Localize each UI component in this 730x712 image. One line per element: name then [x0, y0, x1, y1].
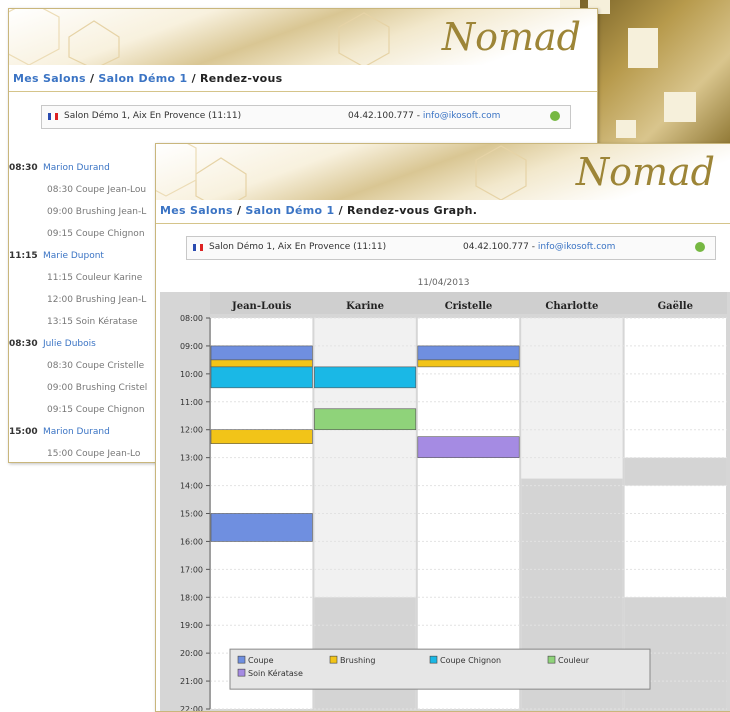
salon-contact: 04.42.100.777 - info@ikosoft.com	[348, 111, 500, 121]
appointment-block	[314, 408, 417, 431]
breadcrumb-link-salon[interactable]: Salon Démo 1	[98, 72, 187, 85]
legend-swatch	[329, 655, 338, 664]
banner-pattern	[9, 9, 390, 65]
time-tick-label: 17:00	[180, 565, 203, 574]
time-tick-label: 15:00	[180, 510, 203, 519]
time-tick-label: 16:00	[180, 537, 203, 546]
appointments-graph-window: Nomad Mes Salons / Salon Démo 1 / Rendez…	[155, 143, 730, 712]
legend-swatch	[237, 668, 246, 677]
header-banner: Nomad	[156, 144, 730, 200]
schedule-date: 11/04/2013	[417, 278, 470, 288]
list-item-label: 09:15 Coupe Chignon	[47, 405, 145, 415]
brand-logo: Nomad	[575, 150, 715, 194]
time-tick-label: 20:00	[180, 649, 203, 658]
staff-name: Karine	[346, 301, 384, 312]
france-flag-icon	[193, 244, 203, 251]
legend-label: Soin Kératase	[248, 668, 303, 678]
salon-info-bar: Salon Démo 1, Aix En Provence (11:11) 04…	[186, 236, 716, 260]
salon-contact: 04.42.100.777 - info@ikosoft.com	[463, 242, 615, 252]
staff-name: Cristelle	[445, 301, 493, 312]
time-tick-label: 19:00	[180, 621, 203, 630]
list-item-label: 11:15 Couleur Karine	[47, 273, 143, 283]
breadcrumb-current: Rendez-vous	[200, 72, 283, 85]
time-tick-label: 10:00	[180, 370, 203, 379]
time-tick-label: 21:00	[180, 677, 203, 686]
france-flag-icon	[48, 113, 58, 120]
brand-logo: Nomad	[441, 15, 581, 59]
contact-separator: -	[413, 111, 423, 121]
salon-phone: 04.42.100.777	[463, 242, 529, 252]
breadcrumb: Mes Salons / Salon Démo 1 / Rendez-vous	[13, 72, 283, 85]
legend-swatch	[429, 655, 438, 664]
header-banner: Nomad	[9, 9, 597, 65]
time-tick-label: 08:00	[180, 314, 203, 323]
group-time: 15:00	[9, 427, 38, 437]
contact-separator: -	[528, 242, 538, 252]
client-link[interactable]: Julie Dubois	[43, 339, 96, 349]
legend-swatch	[547, 655, 556, 664]
time-tick-label: 22:00	[180, 705, 203, 711]
appointment-block	[417, 359, 520, 368]
appointment-block	[314, 366, 417, 389]
divider	[9, 91, 597, 92]
client-link[interactable]: Marion Durand	[43, 427, 110, 437]
client-link[interactable]: Marie Dupont	[43, 251, 104, 261]
list-item-label: 08:30 Coupe Cristelle	[47, 361, 145, 371]
list-item-label: 12:00 Brushing Jean-L	[47, 295, 147, 305]
client-link[interactable]: Marion Durand	[43, 163, 110, 173]
appointment-block	[210, 513, 313, 542]
list-item-label: 09:00 Brushing Cristel	[47, 383, 148, 393]
breadcrumb-current: Rendez-vous Graph.	[347, 204, 478, 217]
legend-swatch	[237, 655, 246, 664]
status-ok-icon	[695, 242, 705, 252]
staff-name: Jean-Louis	[231, 301, 292, 312]
legend-label: Couleur	[558, 656, 590, 665]
appointment-block	[210, 359, 313, 368]
list-item-label: 08:30 Coupe Jean-Lou	[47, 185, 147, 195]
time-tick-label: 14:00	[180, 482, 203, 491]
breadcrumb-link-mes-salons[interactable]: Mes Salons	[13, 72, 86, 85]
list-item-label: 09:15 Coupe Chignon	[47, 229, 145, 239]
group-time: 08:30	[9, 339, 38, 349]
group-time: 11:15	[9, 251, 38, 261]
breadcrumb-link-mes-salons[interactable]: Mes Salons	[160, 204, 233, 217]
list-item-label: 13:15 Soin Kératase	[47, 317, 138, 327]
status-ok-icon	[550, 111, 560, 121]
breadcrumb-link-salon[interactable]: Salon Démo 1	[245, 204, 334, 217]
time-tick-label: 13:00	[180, 454, 203, 463]
breadcrumb: Mes Salons / Salon Démo 1 / Rendez-vous …	[160, 204, 477, 217]
breadcrumb-separator: /	[85, 72, 99, 85]
salon-name: Salon Démo 1, Aix En Provence (11:11)	[209, 242, 387, 252]
breadcrumb-separator: /	[334, 204, 348, 217]
salon-name: Salon Démo 1, Aix En Provence (11:11)	[64, 111, 242, 121]
time-tick-label: 11:00	[180, 398, 203, 407]
legend-label: Coupe Chignon	[440, 656, 501, 665]
salon-phone: 04.42.100.777	[348, 111, 414, 121]
banner-pattern	[156, 144, 527, 200]
schedule-chart: Jean-Louis Karine Cristelle Charlotte Gaëlle…	[160, 292, 730, 711]
appointment-block	[417, 345, 520, 361]
appointment-block	[210, 429, 313, 444]
salon-email-link[interactable]: info@ikosoft.com	[538, 242, 616, 252]
time-tick-label: 18:00	[180, 593, 203, 602]
divider	[156, 223, 730, 224]
unavailable-block	[624, 457, 726, 486]
list-item-label: 15:00 Coupe Jean-Lo	[47, 449, 141, 459]
appointment-block	[417, 436, 520, 458]
salon-info-bar: Salon Démo 1, Aix En Provence (11:11) 04…	[41, 105, 571, 129]
list-item-label: 09:00 Brushing Jean-L	[47, 207, 147, 217]
group-time: 08:30	[9, 163, 38, 173]
salon-email-link[interactable]: info@ikosoft.com	[423, 111, 501, 121]
appointment-block	[210, 366, 313, 389]
time-tick-label: 09:00	[180, 342, 203, 351]
staff-name: Gaëlle	[658, 301, 693, 312]
appointment-block	[210, 345, 313, 361]
staff-name: Charlotte	[545, 301, 598, 312]
legend-label: Coupe	[248, 656, 274, 665]
breadcrumb-separator: /	[187, 72, 201, 85]
breadcrumb-separator: /	[232, 204, 246, 217]
time-tick-label: 12:00	[180, 426, 203, 435]
legend-label: Brushing	[340, 656, 375, 665]
